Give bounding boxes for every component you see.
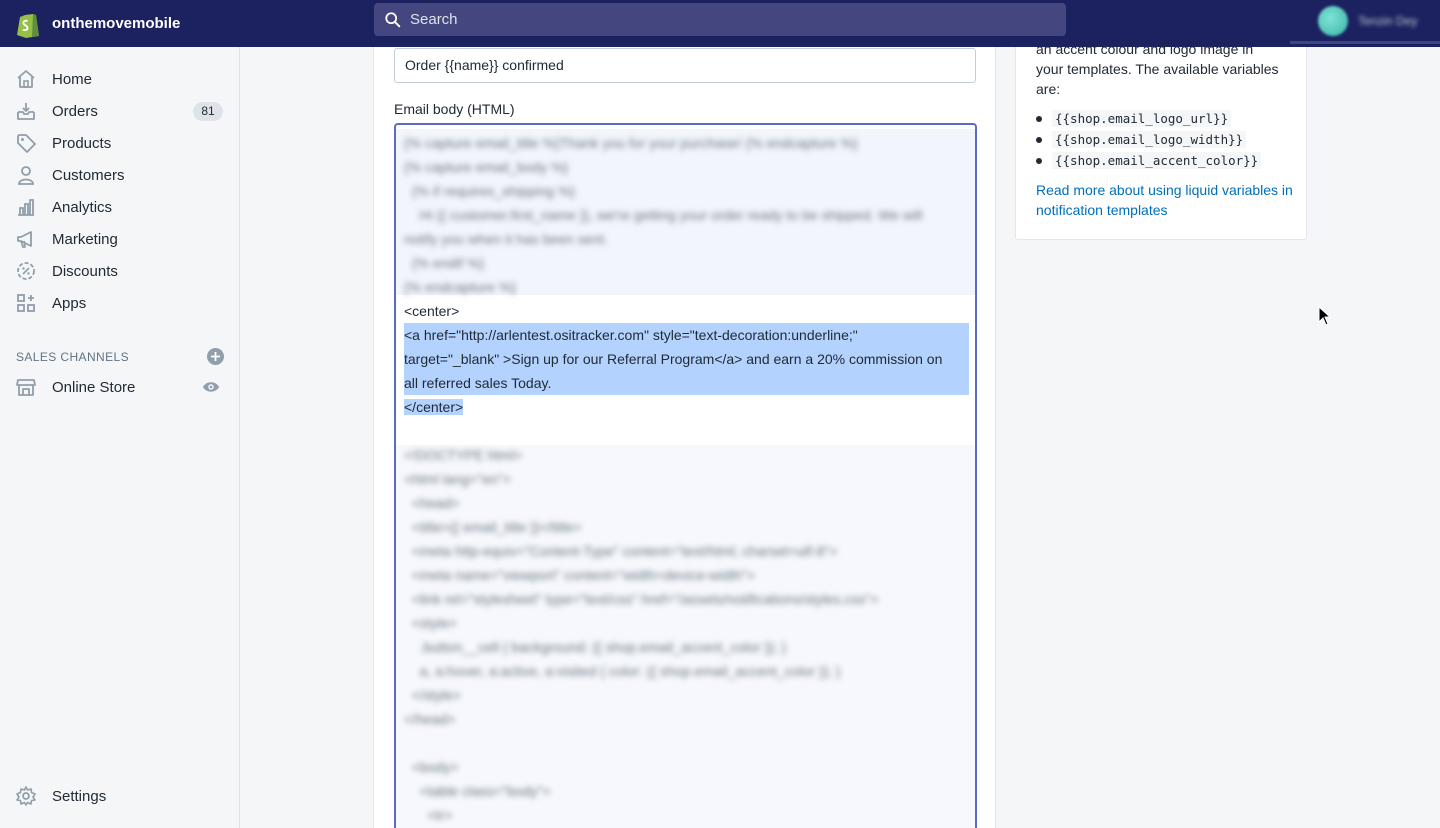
plus-icon — [211, 352, 220, 361]
code-line: target="_blank" >Sign up for our Referra… — [404, 347, 969, 371]
blurred-code-line — [404, 731, 969, 755]
sidebar-item-analytics[interactable]: Analytics — [0, 191, 239, 223]
sidebar-item-online-store[interactable]: Online Store — [0, 371, 240, 403]
sidebar-item-label: Online Store — [52, 378, 136, 396]
sidebar-item-label: Customers — [52, 166, 125, 184]
variable-code: {{shop.email_logo_width}} — [1052, 131, 1247, 148]
blurred-code-line: <style> — [404, 615, 457, 631]
blurred-code-line: Hi {{ customer.first_name }}, we're gett… — [404, 207, 923, 223]
code-content: {% capture email_title %}Thank you for y… — [404, 125, 969, 827]
sidebar-item-label: Home — [52, 70, 93, 88]
blurred-code-line: <meta http-equiv="Content-Type" content=… — [404, 543, 838, 559]
blurred-code-line: {% if requires_shipping %} — [404, 183, 576, 199]
blurred-code-line: <head> — [404, 495, 460, 511]
description-line: your templates. The available variables — [1036, 61, 1279, 77]
blurred-code-line: {% capture email_body %} — [404, 159, 569, 175]
sidebar-item-label: Orders — [52, 102, 98, 120]
search-bar[interactable]: Search — [374, 3, 1066, 36]
apps-icon — [17, 294, 35, 312]
blurred-code-line: {% capture email_title %}Thank you for y… — [404, 135, 858, 151]
blurred-code-line: notify you when it has been sent. — [404, 231, 608, 247]
sidebar-item-discounts[interactable]: Discounts — [0, 255, 239, 287]
sidebar-item-home[interactable]: Home — [0, 63, 239, 95]
sidebar: Home Orders 81 Products Customers Analyt… — [0, 47, 240, 828]
blurred-code-line: <!DOCTYPE html> — [404, 447, 523, 463]
store-icon — [16, 379, 36, 396]
blurred-code-line: <html lang="en"> — [404, 471, 511, 487]
sidebar-item-label: Apps — [52, 294, 87, 312]
blurred-code-line: <tr> — [404, 807, 453, 823]
person-icon — [18, 166, 34, 185]
discount-icon — [17, 262, 35, 280]
search-icon — [385, 11, 401, 27]
selected-text: </center> — [404, 399, 464, 415]
bar-chart-icon — [18, 199, 34, 216]
email-subject-field[interactable]: Order {{name}} confirmed — [394, 48, 976, 83]
blurred-code-line: {% endcapture %} — [404, 279, 517, 295]
liquid-variables-card: an accent colour and logo image in your … — [1015, 41, 1307, 240]
search-placeholder: Search — [410, 11, 458, 28]
sidebar-item-customers[interactable]: Customers — [0, 159, 239, 191]
variables-description: an accent colour and logo image in your … — [1036, 39, 1296, 99]
variable-code: {{shop.email_accent_color}} — [1052, 152, 1262, 169]
sidebar-item-label: Settings — [52, 787, 107, 805]
blurred-code-line: <table class="body"> — [404, 783, 551, 799]
code-line: all referred sales Today. — [404, 371, 969, 395]
variables-list: {{shop.email_logo_url}} {{shop.email_log… — [1036, 108, 1262, 171]
blurred-code-line: </style> — [404, 687, 461, 703]
home-icon — [17, 70, 35, 88]
orders-count-badge: 81 — [193, 102, 223, 121]
gear-icon — [16, 786, 36, 806]
blurred-code-line: <title>{{ email_title }}</title> — [404, 519, 582, 535]
mouse-cursor-icon — [1318, 306, 1332, 326]
code-line: <a href="http://arlentest.ositracker.com… — [404, 323, 969, 347]
list-item: {{shop.email_logo_width}} — [1036, 129, 1261, 150]
store-brand[interactable]: onthemovemobile — [0, 10, 374, 38]
add-channel-button[interactable] — [207, 348, 224, 365]
sidebar-item-label: Discounts — [52, 262, 118, 280]
blurred-code-line: <meta name="viewport" content="width=dev… — [404, 567, 756, 583]
sales-channels-title: SALES CHANNELS — [16, 349, 129, 364]
description-line: are: — [1036, 81, 1061, 97]
account-menu[interactable]: Tenzin Dey — [1290, 0, 1440, 44]
sidebar-item-orders[interactable]: Orders 81 — [0, 95, 239, 127]
blurred-code-line: a, a:hover, a:active, a:visited { color:… — [404, 663, 841, 679]
avatar — [1318, 5, 1348, 36]
sidebar-item-label: Marketing — [52, 230, 118, 248]
notification-editor-card: Order {{name}} confirmed Email body (HTM… — [373, 47, 996, 828]
email-body-editor[interactable]: {% capture email_title %}Thank you for y… — [394, 123, 977, 828]
sales-channels-header: SALES CHANNELS — [16, 348, 224, 365]
sidebar-item-label: Products — [52, 134, 112, 152]
blurred-code-line: <link rel="stylesheet" type="text/css" h… — [404, 591, 879, 607]
description-line: an accent colour and logo image in — [1036, 41, 1254, 57]
email-body-label: Email body (HTML) — [394, 101, 515, 117]
liquid-variables-link[interactable]: Read more about using liquid variables i… — [1036, 180, 1296, 220]
sidebar-item-products[interactable]: Products — [0, 127, 239, 159]
blurred-code-line: {% endif %} — [404, 255, 485, 271]
account-name: Tenzin Dey — [1358, 13, 1418, 28]
sidebar-item-label: Analytics — [52, 198, 113, 216]
code-line: <center> — [404, 303, 460, 319]
sidebar-item-apps[interactable]: Apps — [0, 287, 239, 319]
list-item: {{shop.email_accent_color}} — [1036, 150, 1262, 171]
blurred-code-line: <body> — [404, 759, 459, 775]
code-line: </center> — [404, 395, 969, 419]
sidebar-item-settings[interactable]: Settings — [0, 780, 240, 812]
list-item: {{shop.email_logo_url}} — [1036, 108, 1261, 129]
tag-icon — [17, 134, 36, 153]
sidebar-item-marketing[interactable]: Marketing — [0, 223, 239, 255]
store-name: onthemovemobile — [52, 15, 181, 32]
blurred-code-line: .button__cell { background: {{ shop.emai… — [404, 639, 787, 655]
orders-icon — [17, 103, 35, 120]
blurred-code-line: </head> — [404, 711, 456, 727]
megaphone-icon — [17, 231, 32, 248]
variable-code: {{shop.email_logo_url}} — [1052, 110, 1232, 127]
eye-icon[interactable] — [202, 378, 220, 396]
shopify-logo-icon — [17, 13, 39, 38]
